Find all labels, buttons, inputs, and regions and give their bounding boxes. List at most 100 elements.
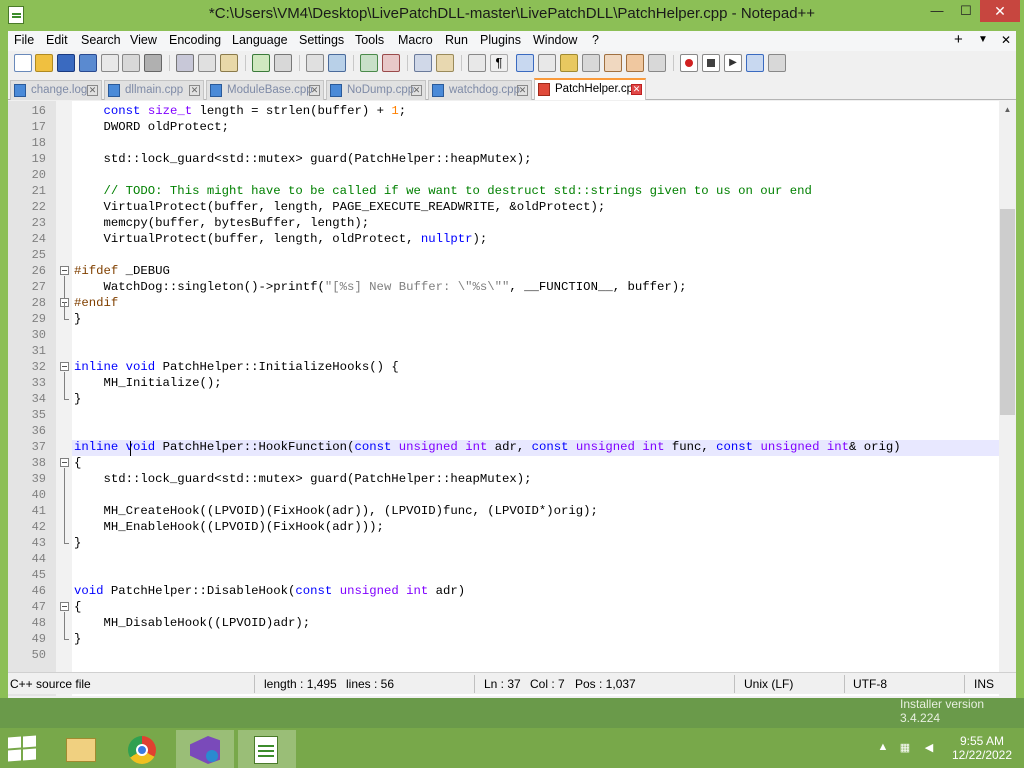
code-line[interactable]: memcpy(buffer, bytesBuffer, length); <box>74 216 370 230</box>
close-file-icon[interactable] <box>101 54 119 72</box>
menu-language[interactable]: Language <box>232 33 288 47</box>
code-line[interactable]: } <box>74 536 81 550</box>
menu-edit[interactable]: Edit <box>46 33 68 47</box>
fold-toggle-icon[interactable] <box>60 458 69 467</box>
user-language-icon[interactable] <box>538 54 556 72</box>
menu-search[interactable]: Search <box>81 33 121 47</box>
code-line[interactable]: { <box>74 600 81 614</box>
volume-icon[interactable]: ◀ <box>922 741 936 755</box>
tab-close-icon[interactable]: ✕ <box>517 85 528 96</box>
sync-horizontal-icon[interactable] <box>436 54 454 72</box>
menu-settings[interactable]: Settings <box>299 33 344 47</box>
cut-icon[interactable] <box>176 54 194 72</box>
code-line[interactable]: void PatchHelper::DisableHook(const unsi… <box>74 584 465 598</box>
network-icon[interactable]: ▦ <box>898 741 912 755</box>
menu-help[interactable]: ? <box>592 33 599 47</box>
tab-close-icon[interactable]: ✕ <box>631 84 642 95</box>
menu-view[interactable]: View <box>130 33 157 47</box>
word-wrap-icon[interactable] <box>468 54 486 72</box>
fold-toggle-icon[interactable] <box>60 602 69 611</box>
project-panel-icon[interactable] <box>626 54 644 72</box>
code-line[interactable]: const size_t length = strlen(buffer) + 1… <box>74 104 407 118</box>
menu-tools[interactable]: Tools <box>355 33 384 47</box>
undo-icon[interactable] <box>252 54 270 72</box>
close-all-icon[interactable] <box>122 54 140 72</box>
menu-run[interactable]: Run <box>445 33 468 47</box>
zoom-in-icon[interactable] <box>360 54 378 72</box>
code-line[interactable]: std::lock_guard<std::mutex> guard(PatchH… <box>74 152 532 166</box>
minimize-button[interactable]: — <box>923 0 951 22</box>
menu-window[interactable]: Window <box>533 33 577 47</box>
tab-close-icon[interactable]: ✕ <box>411 85 422 96</box>
replace-icon[interactable] <box>328 54 346 72</box>
scroll-up-arrow-icon[interactable]: ▲ <box>999 101 1016 118</box>
new-file-icon[interactable] <box>14 54 32 72</box>
folder-as-workspace-icon[interactable] <box>604 54 622 72</box>
taskbar-notepad-plus-plus[interactable] <box>238 730 296 768</box>
monitoring-icon[interactable] <box>648 54 666 72</box>
redo-icon[interactable] <box>274 54 292 72</box>
code-line[interactable]: MH_DisableHook((LPVOID)adr); <box>74 616 311 630</box>
tab-change-log[interactable]: change.log ✕ <box>10 80 102 100</box>
paste-icon[interactable] <box>220 54 238 72</box>
code-line[interactable]: inline void PatchHelper::InitializeHooks… <box>74 360 399 374</box>
playback-macro-icon[interactable]: ▶ <box>724 54 742 72</box>
save-all-icon[interactable] <box>79 54 97 72</box>
save-macro-icon[interactable] <box>768 54 786 72</box>
code-line[interactable]: #endif <box>74 296 118 310</box>
document-map-icon[interactable] <box>560 54 578 72</box>
find-icon[interactable] <box>306 54 324 72</box>
code-line[interactable]: WatchDog::singleton()->printf("[%s] New … <box>74 280 687 294</box>
menu-file[interactable]: File <box>14 33 34 47</box>
code-line[interactable]: std::lock_guard<std::mutex> guard(PatchH… <box>74 472 532 486</box>
stop-recording-icon[interactable] <box>702 54 720 72</box>
menu-macro[interactable]: Macro <box>398 33 433 47</box>
menu-plugins[interactable]: Plugins <box>480 33 521 47</box>
code-line[interactable]: // TODO: This might have to be called if… <box>74 184 812 198</box>
fold-toggle-icon[interactable] <box>60 362 69 371</box>
show-all-characters-icon[interactable]: ¶ <box>490 54 508 72</box>
menu-encoding[interactable]: Encoding <box>169 33 221 47</box>
tab-modulebase-cpp[interactable]: ModuleBase.cpp ✕ <box>206 80 324 100</box>
status-eol-format[interactable]: Unix (LF) <box>744 677 793 691</box>
system-clock[interactable]: 9:55 AM 12/22/2022 <box>950 734 1014 762</box>
taskbar-visual-studio-installer[interactable] <box>176 730 234 768</box>
tab-watchdog-cpp[interactable]: watchdog.cpp ✕ <box>428 80 532 100</box>
code-line[interactable]: VirtualProtect(buffer, length, oldProtec… <box>74 232 488 246</box>
tab-close-icon[interactable]: ✕ <box>189 85 200 96</box>
status-encoding[interactable]: UTF-8 <box>853 677 887 691</box>
tab-close-icon[interactable]: ✕ <box>87 85 98 96</box>
scrollbar-thumb[interactable] <box>1000 209 1015 415</box>
code-line[interactable]: DWORD oldProtect; <box>74 120 229 134</box>
code-line[interactable]: VirtualProtect(buffer, length, PAGE_EXEC… <box>74 200 606 214</box>
open-file-icon[interactable] <box>35 54 53 72</box>
tab-nodump-cpp[interactable]: NoDump.cpp ✕ <box>326 80 426 100</box>
run-macro-multiple-icon[interactable] <box>746 54 764 72</box>
fold-toggle-icon[interactable] <box>60 266 69 275</box>
status-insert-mode[interactable]: INS <box>974 677 994 691</box>
code-line[interactable]: MH_Initialize(); <box>74 376 222 390</box>
tab-close-icon[interactable]: ✕ <box>309 85 320 96</box>
new-tab-plus-button[interactable]: + <box>954 31 963 48</box>
start-button[interactable] <box>8 735 38 762</box>
code-line[interactable]: { <box>74 456 81 470</box>
save-icon[interactable] <box>57 54 75 72</box>
code-line[interactable]: } <box>74 632 81 646</box>
code-line[interactable]: MH_CreateHook((LPVOID)(FixHook(adr)), (L… <box>74 504 598 518</box>
tab-patchhelper-cpp[interactable]: PatchHelper.cpp ✕ <box>534 78 646 100</box>
zoom-out-icon[interactable] <box>382 54 400 72</box>
close-window-button[interactable]: ✕ <box>980 0 1020 22</box>
taskbar-chrome[interactable] <box>114 730 172 768</box>
code-line[interactable]: inline void PatchHelper::HookFunction(co… <box>74 440 901 454</box>
maximize-button[interactable]: ☐ <box>952 0 980 22</box>
code-line[interactable]: MH_EnableHook((LPVOID)(FixHook(adr))); <box>74 520 384 534</box>
record-macro-icon[interactable] <box>680 54 698 72</box>
tab-list-dropdown-button[interactable]: ▼ <box>978 34 988 45</box>
tab-dllmain-cpp[interactable]: dllmain.cpp ✕ <box>104 80 204 100</box>
show-hidden-icons-chevron-icon[interactable]: ▲ <box>876 741 890 755</box>
code-line[interactable]: #ifdef _DEBUG <box>74 264 170 278</box>
vertical-scrollbar[interactable]: ▲ ▼ <box>999 101 1016 696</box>
code-line[interactable]: } <box>74 392 81 406</box>
code-editor[interactable]: 16 17 18 19 20 21 22 23 24 25 26 27 28 29 30 31 32 33 34 35… <box>8 101 1016 696</box>
title-bar[interactable]: *C:\Users\VM4\Desktop\LivePatchDLL-maste… <box>0 0 1024 31</box>
